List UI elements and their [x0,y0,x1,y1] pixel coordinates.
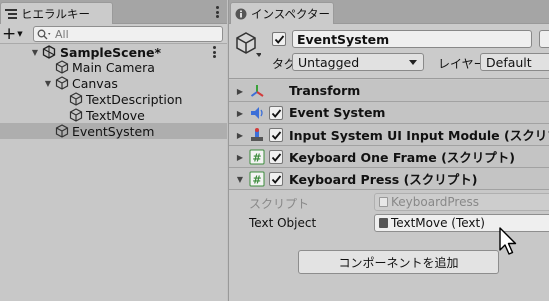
fold-open-icon[interactable]: ▼ [235,174,245,184]
component-keyboard-press[interactable]: ▼ # Keyboard Press (スクリプト) [229,168,549,190]
fold-open-icon[interactable]: ▼ [43,78,53,88]
component-transform[interactable]: ▶ Transform [229,80,549,102]
enabled-checkbox[interactable] [269,150,283,164]
gameobject-cube-icon [55,76,69,90]
tree-item-label: Main Camera [72,59,155,75]
scene-name: SampleScene* [60,44,161,60]
checkmark-icon [271,130,281,140]
mouse-cursor-icon [499,227,517,255]
tree-row-main-camera[interactable]: Main Camera [0,59,227,75]
enabled-checkbox[interactable] [269,172,283,186]
script-label: スクリプト [249,197,310,211]
enabled-checkbox[interactable] [269,128,283,142]
script-file-icon [379,197,388,207]
create-button-label: + [2,24,17,44]
create-button[interactable]: + ▼ [2,24,24,44]
checkmark-icon [271,108,281,118]
search-placeholder: All [55,27,69,41]
search-icon [37,29,51,39]
component-input-module[interactable]: ▶ Input System UI Input Module (スクリプト) [229,124,549,146]
hierarchy-tree: ▼ SampleScene* Main Camera ▼ Canvas Text… [0,44,227,139]
object-name-field[interactable]: EventSystem [292,30,532,48]
fold-open-icon[interactable]: ▼ [30,47,40,57]
tree-item-label: TextDescription [86,91,183,107]
script-field: KeyboardPress [374,193,549,211]
tree-row-text-move[interactable]: TextMove [0,107,227,123]
checkmark-icon [271,174,281,184]
gameobject-header: EventSystem タグ Untagged レイヤー Default [229,24,549,79]
tab-inspector-label: インスペクター [251,6,331,21]
script-icon: # [249,149,265,165]
checkmark-icon [274,34,284,44]
tab-hierarchy-label: ヒエラルキー [21,6,90,21]
event-system-icon [251,107,263,119]
component-label: Event System [289,105,386,120]
static-toggle[interactable] [539,30,549,48]
input-module-icon [251,128,263,141]
gameobject-cube-icon [55,60,69,74]
add-component-button[interactable]: コンポーネントを追加 [298,250,499,274]
unity-scene-icon [42,45,56,59]
hierarchy-tab-bar: ヒエラルキー [0,0,227,24]
tree-item-label: Canvas [72,75,118,91]
active-checkbox[interactable] [272,32,286,46]
text-object-field[interactable]: TextMove (Text) [374,214,549,232]
tag-dropdown[interactable]: Untagged [292,53,424,71]
enabled-checkbox[interactable] [269,106,283,120]
layer-label: レイヤー [438,57,486,71]
tree-row-text-description[interactable]: TextDescription [0,91,227,107]
svg-text:#: # [252,152,261,165]
component-label: Keyboard Press (スクリプト) [289,172,478,187]
component-label: Input System UI Input Module (スクリプト) [289,128,549,143]
tree-row-event-system[interactable]: EventSystem [0,123,227,139]
chevron-down-icon: ▼ [17,30,23,38]
layer-dropdown[interactable]: Default [480,53,549,71]
component-label: Transform [289,83,361,98]
tag-value: Untagged [298,54,360,70]
text-object-label: Text Object [249,216,317,230]
tree-item-label: EventSystem [72,123,155,139]
text-object-value: TextMove (Text) [391,216,485,230]
tree-item-label: TextMove [86,107,145,123]
chevron-down-icon [409,60,417,65]
fold-closed-icon[interactable]: ▶ [235,86,245,96]
svg-text:#: # [252,174,261,187]
hierarchy-list-icon [5,8,17,19]
text-component-icon [379,218,388,228]
tree-row-canvas[interactable]: ▼ Canvas [0,75,227,91]
transform-icon [250,85,264,97]
tab-inspector[interactable]: インスペクター [230,2,334,24]
inspector-tab-bar: インスペクター [229,0,549,24]
fold-closed-icon[interactable]: ▶ [235,108,245,118]
component-keyboard-one-frame[interactable]: ▶ # Keyboard One Frame (スクリプト) [229,146,549,168]
fold-closed-icon[interactable]: ▶ [235,152,245,162]
gameobject-cube-icon [69,108,83,122]
tree-row-scene[interactable]: ▼ SampleScene* [0,44,227,60]
component-label: Keyboard One Frame (スクリプト) [289,150,516,165]
fold-closed-icon[interactable]: ▶ [235,130,245,140]
hierarchy-panel: ヒエラルキー + ▼ All ▼ SampleScene* Main Camer… [0,0,227,301]
layer-value: Default [486,54,532,70]
script-icon: # [249,171,265,187]
hierarchy-menu-icon[interactable] [216,6,219,18]
add-component-label: コンポーネントを追加 [338,255,459,270]
checkmark-icon [271,152,281,162]
gameobject-cube-icon [55,124,69,138]
gameobject-cube-icon[interactable] [235,31,261,59]
info-icon [235,8,247,20]
script-value: KeyboardPress [391,195,479,209]
hierarchy-search-input[interactable]: All [33,26,223,42]
component-event-system[interactable]: ▶ Event System [229,102,549,124]
tab-hierarchy[interactable]: ヒエラルキー [0,2,113,24]
hierarchy-toolbar: + ▼ All [0,24,227,44]
gameobject-cube-icon [69,92,83,106]
script-property-row: スクリプト KeyboardPress [229,193,549,211]
scene-menu-icon[interactable] [213,46,216,58]
